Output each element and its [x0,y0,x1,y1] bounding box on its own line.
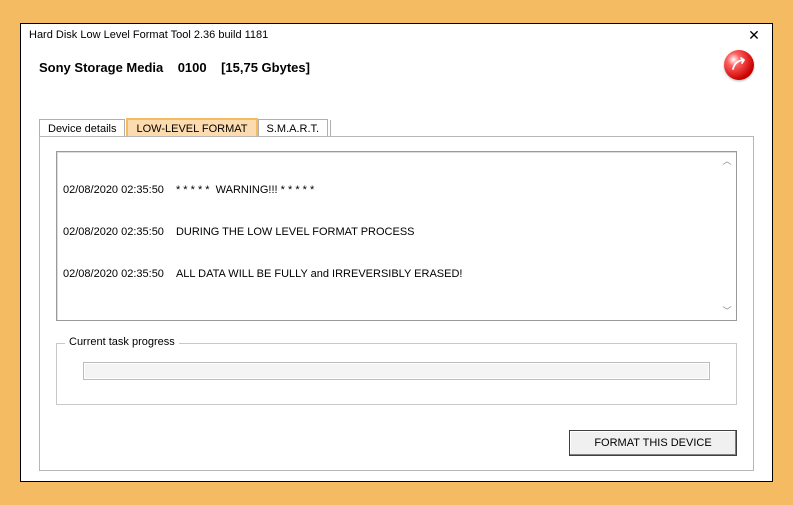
log-timestamp: 02/08/2020 02:35:50 [63,267,164,281]
window-title: Hard Disk Low Level Format Tool 2.36 bui… [29,29,742,41]
log-timestamp: 02/08/2020 02:35:50 [63,183,164,197]
close-icon[interactable]: ✕ [742,26,766,44]
log-line: 02/08/2020 02:35:50 DURING THE LOW LEVEL… [63,225,730,239]
app-logo-icon [724,50,754,80]
titlebar: Hard Disk Low Level Format Tool 2.36 bui… [21,24,772,46]
progress-group: Current task progress [56,343,737,405]
tab-separator [330,120,331,136]
tab-bar: Device details LOW-LEVEL FORMAT S.M.A.R.… [39,116,754,136]
tab-smart[interactable]: S.M.A.R.T. [258,119,329,137]
progress-bar [83,362,710,380]
log-line: 02/08/2020 02:35:50 ALL DATA WILL BE FUL… [63,267,730,281]
scroll-up-icon[interactable]: ︿ [721,155,733,167]
device-name: Sony Storage Media [39,60,163,75]
log-message: * * * * * WARNING!!! * * * * * [176,183,314,197]
tab-device-details[interactable]: Device details [39,119,125,137]
device-code: 0100 [178,60,207,75]
log-line: 02/08/2020 02:35:50 * * * * * WARNING!!!… [63,183,730,197]
scroll-down-icon[interactable]: ﹀ [721,305,733,317]
log-timestamp: 02/08/2020 02:35:50 [63,225,164,239]
log-message: DURING THE LOW LEVEL FORMAT PROCESS [176,225,415,239]
format-device-button[interactable]: FORMAT THIS DEVICE [569,430,737,456]
device-header: Sony Storage Media 0100 [15,75 Gbytes] [21,46,772,85]
log-output[interactable]: 02/08/2020 02:35:50 * * * * * WARNING!!!… [56,151,737,321]
tab-panel: 02/08/2020 02:35:50 * * * * * WARNING!!!… [39,136,754,471]
progress-label: Current task progress [65,336,179,348]
tab-low-level-format[interactable]: LOW-LEVEL FORMAT [126,118,257,137]
log-message: ALL DATA WILL BE FULLY and IRREVERSIBLY … [176,267,463,281]
device-size: [15,75 Gbytes] [221,60,310,75]
app-window: Hard Disk Low Level Format Tool 2.36 bui… [20,23,773,482]
